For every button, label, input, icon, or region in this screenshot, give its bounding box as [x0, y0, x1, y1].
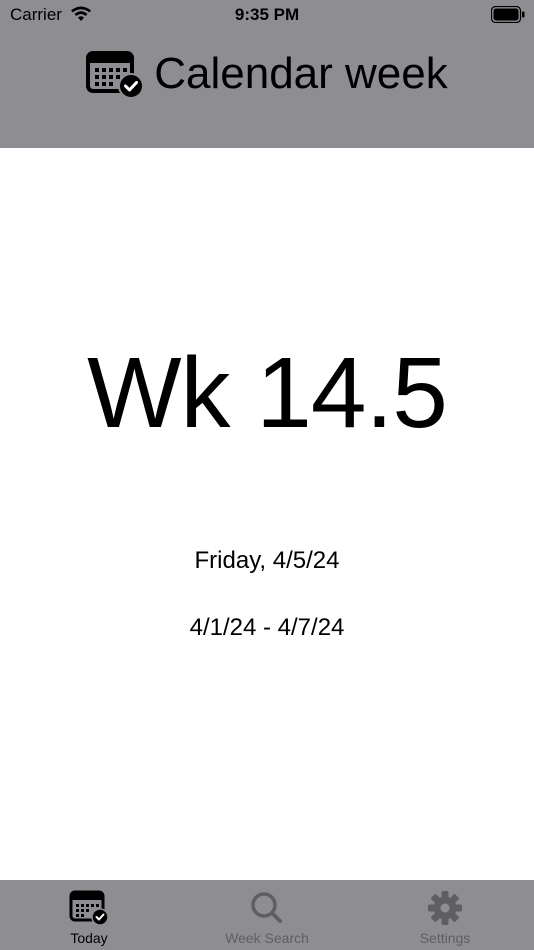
- tab-today[interactable]: Today: [0, 880, 178, 950]
- tab-week-search[interactable]: Week Search: [178, 880, 356, 950]
- battery-icon: [491, 6, 525, 23]
- week-number-display: Wk 14.5: [87, 337, 448, 449]
- page-title: Calendar week: [154, 49, 448, 98]
- tab-label: Today: [70, 930, 108, 946]
- calendar-check-icon: [69, 890, 109, 926]
- week-date-range: 4/1/24 - 4/7/24: [189, 614, 345, 641]
- current-date: Friday, 4/5/24: [194, 547, 340, 574]
- app-screen: Carrier 9:35 PM Calendar week Wk 14.5 Fr…: [0, 0, 534, 950]
- tab-settings[interactable]: Settings: [356, 880, 534, 950]
- status-time: 9:35 PM: [234, 5, 300, 24]
- magnifier-icon: [251, 892, 282, 923]
- calendar-check-icon: [86, 51, 145, 99]
- gear-icon: [428, 891, 462, 925]
- tab-label: Settings: [419, 930, 471, 946]
- tab-bar: Today Week Search Settings: [0, 880, 534, 950]
- status-bar: Carrier 9:35 PM: [0, 0, 534, 30]
- header: Carrier 9:35 PM Calendar week: [0, 0, 534, 148]
- title-row: Calendar week: [0, 46, 534, 102]
- tab-label: Week Search: [225, 930, 309, 946]
